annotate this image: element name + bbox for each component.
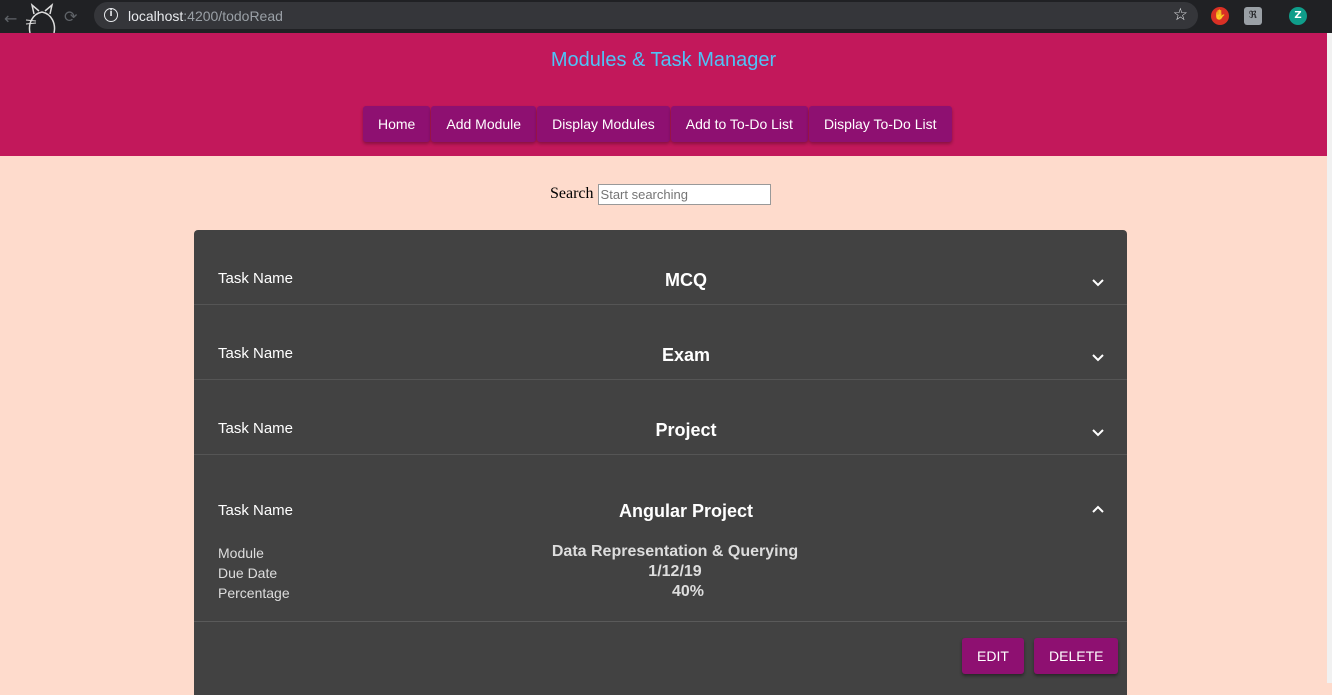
chevron-down-icon[interactable] bbox=[1091, 278, 1105, 288]
nav-display-modules-button[interactable]: Display Modules bbox=[537, 106, 670, 142]
chevron-down-icon[interactable] bbox=[1091, 428, 1105, 438]
adblock-icon[interactable]: ✋ bbox=[1211, 7, 1229, 25]
edit-button[interactable]: EDIT bbox=[962, 638, 1024, 674]
search-input[interactable] bbox=[597, 183, 771, 205]
task-panel[interactable]: Task Name Exam bbox=[194, 305, 1127, 380]
task-name-value: Project bbox=[655, 420, 717, 440]
main-nav: Home Add Module Display Modules Add to T… bbox=[363, 106, 953, 142]
nav-display-todo-button[interactable]: Display To-Do List bbox=[808, 106, 952, 142]
nav-add-module-button[interactable]: Add Module bbox=[431, 106, 537, 142]
task-panel[interactable]: Task Name Project bbox=[194, 380, 1127, 455]
detail-value-module: Data Representation & Querying bbox=[551, 543, 799, 560]
browser-toolbar: ← ⟳ i localhost:4200/todoRead ☆ ✋ ℜ Z bbox=[0, 0, 1332, 33]
url-text[interactable]: localhost:4200/todoRead bbox=[128, 8, 283, 24]
reload-icon[interactable]: ⟳ bbox=[64, 7, 77, 26]
task-panel-expanded[interactable]: Task Name Angular Project Module Data Re… bbox=[194, 455, 1127, 695]
task-panel[interactable]: Task Name MCQ bbox=[194, 230, 1127, 305]
profile-avatar[interactable]: Z bbox=[1289, 7, 1307, 25]
app-header: Modules & Task Manager Home Add Module D… bbox=[0, 33, 1327, 156]
task-name-value: Angular Project bbox=[618, 501, 754, 521]
bookmark-star-icon[interactable]: ☆ bbox=[1173, 5, 1188, 25]
cat-logo-icon bbox=[25, 2, 56, 33]
site-info-icon[interactable]: i bbox=[104, 8, 118, 22]
task-name-value: MCQ bbox=[665, 270, 707, 290]
app-title: Modules & Task Manager bbox=[550, 49, 777, 71]
page-scrollbar[interactable] bbox=[1327, 33, 1332, 683]
delete-button[interactable]: DELETE bbox=[1034, 638, 1119, 674]
divider bbox=[194, 621, 1127, 622]
task-name-value: Exam bbox=[661, 345, 711, 365]
search-bar: Search bbox=[550, 183, 771, 205]
nav-add-todo-button[interactable]: Add to To-Do List bbox=[670, 106, 808, 142]
address-bar[interactable]: i localhost:4200/todoRead ☆ bbox=[94, 2, 1198, 29]
search-label: Search bbox=[550, 185, 594, 202]
extension-icon[interactable]: ℜ bbox=[1244, 7, 1262, 25]
chevron-up-icon[interactable] bbox=[1091, 504, 1105, 514]
detail-value-percentage: 40% bbox=[671, 583, 705, 600]
task-accordion: Task Name MCQ Task Name Exam Task Name P… bbox=[194, 230, 1127, 695]
chevron-down-icon[interactable] bbox=[1091, 353, 1105, 363]
detail-value-due-date: 1/12/19 bbox=[648, 563, 702, 580]
back-icon[interactable]: ← bbox=[4, 9, 17, 28]
nav-home-button[interactable]: Home bbox=[363, 106, 431, 142]
